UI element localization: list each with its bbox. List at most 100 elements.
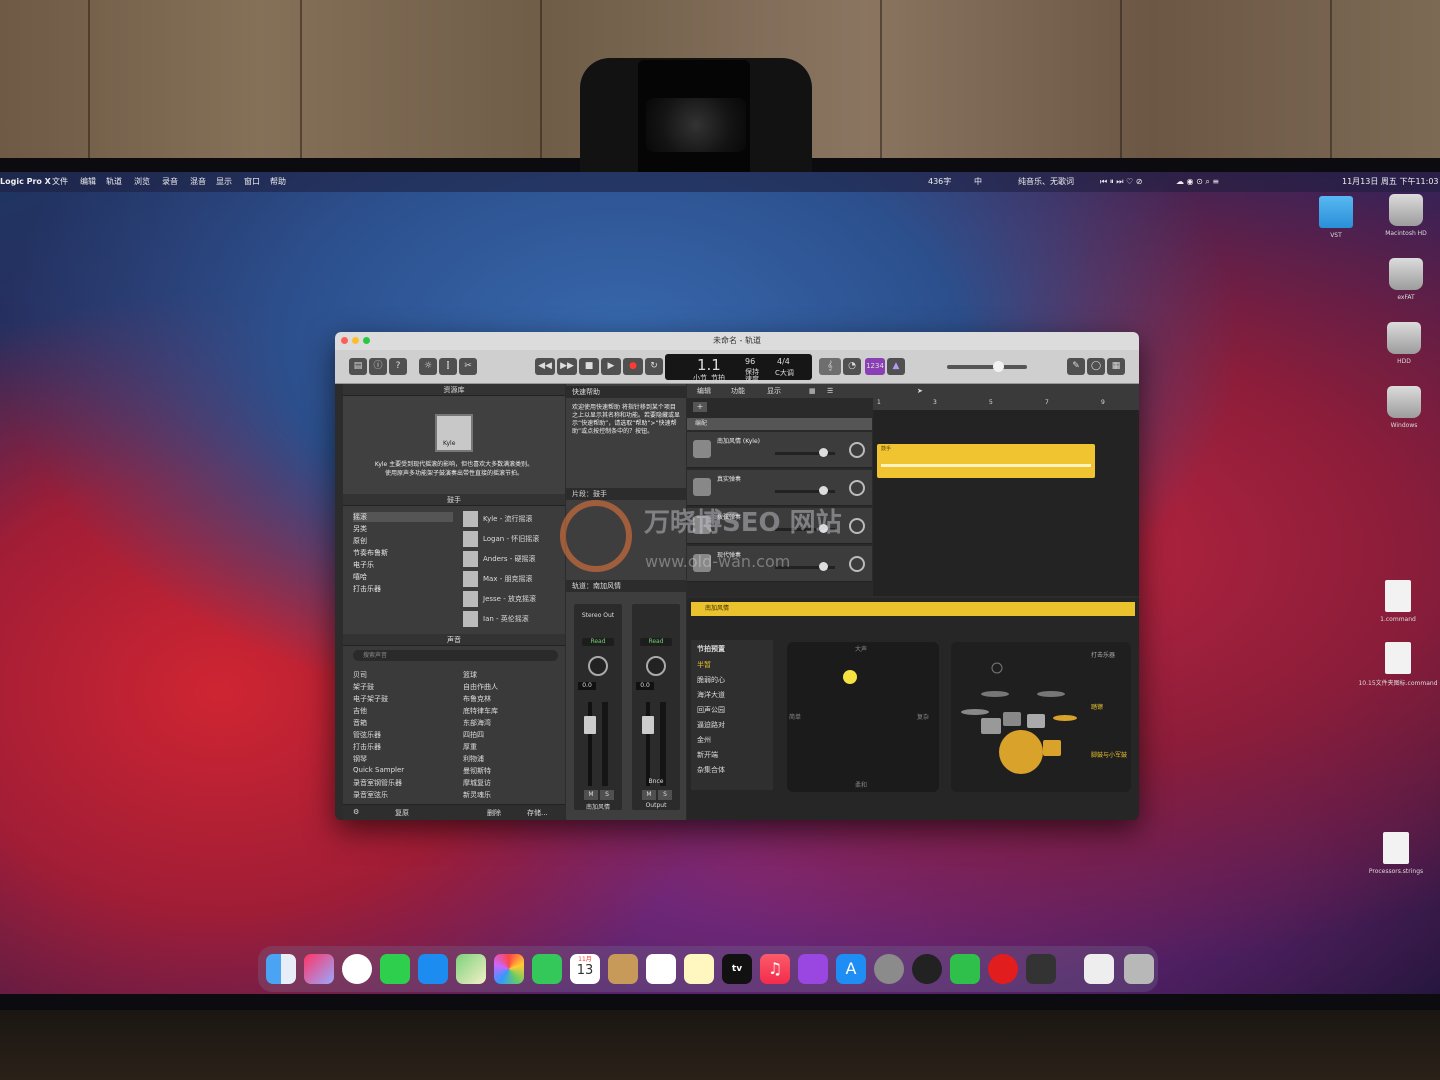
solo-button[interactable]: S <box>600 790 614 800</box>
input-method[interactable]: 中 <box>974 172 982 192</box>
desktop-item-hdd[interactable]: HDD <box>1364 322 1440 365</box>
tracks-menu-functions[interactable]: 功能 <box>731 384 745 398</box>
tuner-icon[interactable]: 𝄞 <box>819 358 841 375</box>
track-header[interactable]: 真实弹奏 <box>687 470 872 506</box>
system-preferences-icon[interactable] <box>874 954 904 984</box>
notes-icon[interactable] <box>684 954 714 984</box>
volume-fader[interactable] <box>588 702 592 786</box>
genre-item[interactable]: 摇滚 <box>353 512 453 522</box>
drummer-item[interactable]: Logan - 怀旧摇滚 <box>463 530 563 548</box>
genre-item[interactable]: 另类 <box>353 524 367 534</box>
menu-window[interactable]: 窗口 <box>244 172 260 192</box>
play-icon[interactable]: ▶ <box>601 358 621 375</box>
messages-icon[interactable] <box>380 954 410 984</box>
menu-record[interactable]: 录音 <box>162 172 178 192</box>
volume-knob[interactable] <box>993 361 1004 372</box>
downloads-icon[interactable] <box>1084 954 1114 984</box>
track-inspector-header[interactable]: 轨道：南加风情 <box>566 580 686 592</box>
grid-icon[interactable]: ▦ <box>809 384 816 398</box>
pan-knob[interactable] <box>849 556 865 572</box>
track-lanes[interactable]: 鼓手 <box>873 410 1139 596</box>
library-icon[interactable]: ▤ <box>349 358 367 375</box>
track-volume-knob[interactable] <box>819 486 828 495</box>
sound-category[interactable]: 贝司 <box>353 670 367 680</box>
track-volume-knob[interactable] <box>819 448 828 457</box>
sound-item[interactable]: 厚重 <box>463 742 477 752</box>
sound-category[interactable]: 钢琴 <box>353 754 367 764</box>
mute-button[interactable]: M <box>584 790 598 800</box>
finder-icon[interactable] <box>266 954 296 984</box>
master-volume-slider[interactable] <box>947 361 1027 372</box>
sound-category[interactable]: 录音室弦乐 <box>353 790 388 800</box>
sound-item[interactable]: 新灵魂乐 <box>463 790 491 800</box>
sound-category[interactable]: Quick Sampler <box>353 766 404 774</box>
menu-track[interactable]: 轨道 <box>106 172 122 192</box>
delete-button[interactable]: 删除 <box>487 808 501 818</box>
drummer-item[interactable]: Anders - 硬摇滚 <box>463 550 563 568</box>
forward-icon[interactable]: ▶▶ <box>557 358 577 375</box>
clock[interactable]: 11月13日 周五 下午11:03 <box>1342 172 1439 192</box>
minimize-button[interactable] <box>352 337 359 344</box>
mute-button[interactable]: M <box>642 790 656 800</box>
drummer-item[interactable]: Kyle - 流行摇滚 <box>463 510 563 528</box>
genre-item[interactable]: 打击乐器 <box>353 584 381 594</box>
pan-knob[interactable] <box>588 656 608 676</box>
sound-item[interactable]: 四拍四 <box>463 730 484 740</box>
rewind-icon[interactable]: ◀◀ <box>535 358 555 375</box>
preset-item[interactable]: 杂集合体 <box>697 765 725 775</box>
app-store-icon[interactable]: A <box>836 954 866 984</box>
genre-item[interactable]: 节奏布鲁斯 <box>353 548 388 558</box>
preset-item[interactable]: 脆弱的心 <box>697 675 725 685</box>
wechat-icon[interactable] <box>950 954 980 984</box>
track-header[interactable]: 南加风情 (Kyle) <box>687 432 872 468</box>
drummer-region[interactable]: 鼓手 <box>877 444 1095 478</box>
count-in-button[interactable]: 1234 <box>865 358 885 375</box>
desktop-item-exfat[interactable]: exFAT <box>1366 258 1440 301</box>
pan-knob[interactable] <box>849 480 865 496</box>
sound-item[interactable]: 利物浦 <box>463 754 484 764</box>
genre-item[interactable]: 原创 <box>353 536 367 546</box>
desktop-item-command-1[interactable]: 1.command <box>1358 580 1438 623</box>
facetime-icon[interactable] <box>532 954 562 984</box>
pan-knob[interactable] <box>646 656 666 676</box>
preset-item[interactable]: 新开端 <box>697 750 718 760</box>
track-volume-knob[interactable] <box>819 562 828 571</box>
smart-controls-icon[interactable]: ☼ <box>419 358 437 375</box>
sound-category[interactable]: 录音室钢管乐器 <box>353 778 402 788</box>
sound-item[interactable]: 曼彻斯特 <box>463 766 491 776</box>
zoom-button[interactable] <box>363 337 370 344</box>
xy-puck[interactable] <box>843 670 857 684</box>
sound-search-input[interactable]: 搜索声音 <box>353 650 558 661</box>
bounce-button[interactable]: Bnce <box>632 778 680 785</box>
record-icon[interactable]: ● <box>623 358 643 375</box>
drummer-item[interactable]: Jesse - 放克摇滚 <box>463 590 563 608</box>
drum-kit[interactable]: 打击乐器 踏镲 脚鼓与小军鼓 <box>951 642 1131 792</box>
tracks-menu-edit[interactable]: 编辑 <box>697 384 711 398</box>
sound-item[interactable]: 篮球 <box>463 670 477 680</box>
desktop-item-processors[interactable]: Processors.strings <box>1356 832 1436 875</box>
calendar-icon[interactable]: 11月 13 <box>570 954 600 984</box>
preset-item[interactable]: 回声公园 <box>697 705 725 715</box>
fader-cap[interactable] <box>584 716 596 734</box>
desktop-item-windows[interactable]: Windows <box>1364 386 1440 429</box>
genre-item[interactable]: 电子乐 <box>353 560 374 570</box>
sound-item[interactable]: 东部海湾 <box>463 718 491 728</box>
mixer-icon[interactable]: ⫿ <box>439 358 457 375</box>
strip-output[interactable]: Stereo Out <box>574 612 622 619</box>
menu-mix[interactable]: 混音 <box>190 172 206 192</box>
photos-icon[interactable] <box>494 954 524 984</box>
apple-tv-icon[interactable]: tv <box>722 954 752 984</box>
launchpad-icon[interactable] <box>304 954 334 984</box>
quick-help-icon[interactable]: ? <box>389 358 407 375</box>
desktop-item-command-2[interactable]: 10.15文件夹图标.command <box>1358 642 1438 687</box>
status-chars[interactable]: 436字 <box>928 172 951 192</box>
loop-browser-icon[interactable]: ◯ <box>1087 358 1105 375</box>
drum-kit-icon[interactable] <box>955 646 1085 786</box>
sound-item[interactable]: 摩城复访 <box>463 778 491 788</box>
preset-item[interactable]: 金州 <box>697 735 711 745</box>
trash-icon[interactable] <box>1124 954 1154 984</box>
menu-edit[interactable]: 编辑 <box>80 172 96 192</box>
status-icons[interactable]: ☁ ◉ ⊙ ⌕ ≡ <box>1176 172 1219 192</box>
logic-pro-icon[interactable] <box>1026 954 1056 984</box>
reminders-icon[interactable] <box>646 954 676 984</box>
